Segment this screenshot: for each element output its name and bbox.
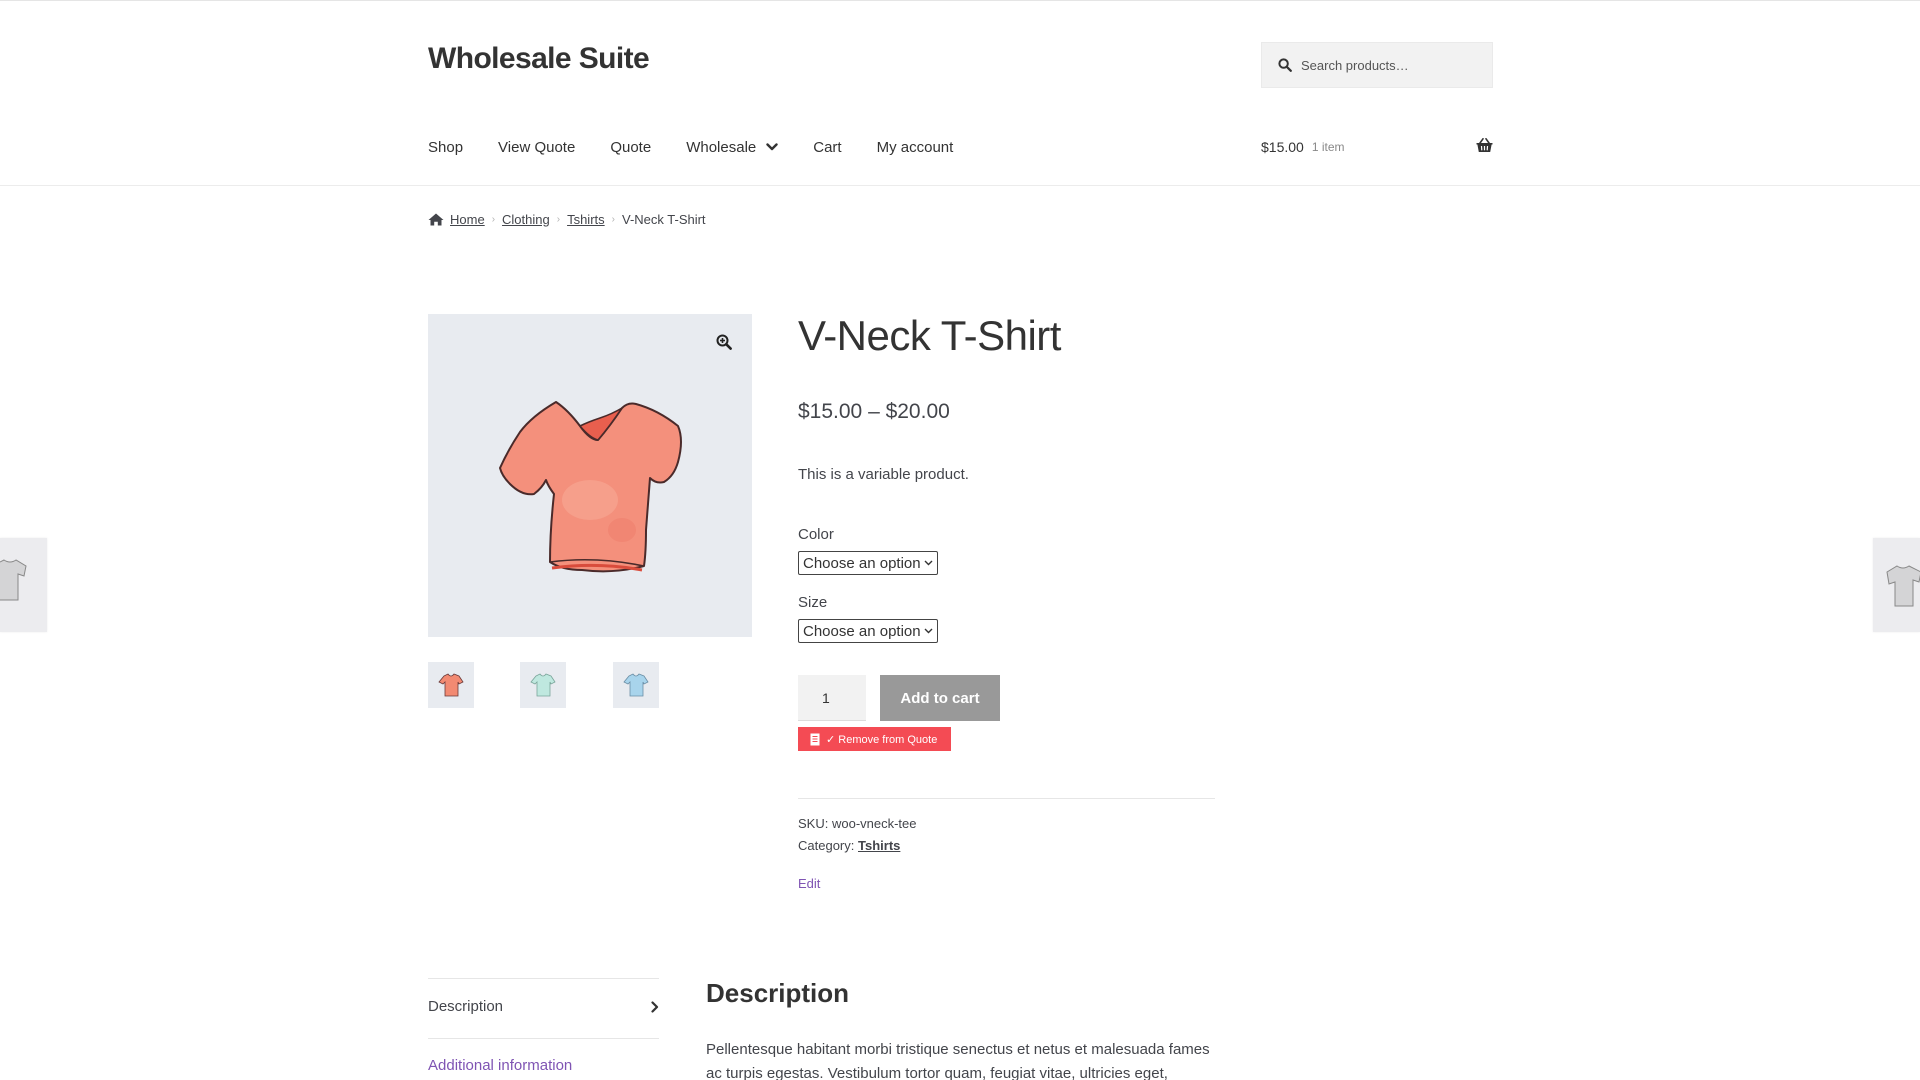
meta-divider xyxy=(798,798,1215,799)
site-title[interactable]: Wholesale Suite xyxy=(428,42,650,76)
product-price: $15.00 – $20.00 xyxy=(798,400,950,423)
sku-label: SKU: xyxy=(798,816,829,831)
description-body: Pellentesque habitant morbi tristique se… xyxy=(706,1041,1210,1080)
quantity-input[interactable]: 1 xyxy=(798,675,866,721)
nav-wholesale-label: Wholesale xyxy=(686,138,757,156)
add-to-cart-button[interactable]: Add to cart xyxy=(880,675,1000,721)
search-box[interactable] xyxy=(1261,42,1493,88)
nav-wholesale[interactable]: Wholesale xyxy=(686,139,778,156)
quote-document-icon xyxy=(810,733,820,746)
nav-cart-label: Cart xyxy=(813,138,842,156)
category-link[interactable]: Tshirts xyxy=(858,838,900,853)
breadcrumb-home[interactable]: Home xyxy=(450,212,485,227)
nav-quote[interactable]: Quote xyxy=(610,139,651,156)
edit-link[interactable]: Edit xyxy=(798,876,820,891)
product-title: V-Neck T-Shirt xyxy=(798,312,1061,359)
breadcrumb-separator: › xyxy=(491,214,496,225)
product-sku: SKU: woo-vneck-tee xyxy=(798,816,917,831)
gallery-thumbnail-3[interactable] xyxy=(613,662,659,708)
tab-additional-information[interactable]: Additional information xyxy=(428,1057,572,1074)
quantity-value: 1 xyxy=(822,689,830,706)
color-select-value: Choose an option xyxy=(803,554,921,572)
tabs-divider xyxy=(428,978,659,979)
chevron-down-icon[interactable] xyxy=(766,143,778,151)
cart-amount: $15.00 xyxy=(1261,139,1304,155)
previous-product-link[interactable] xyxy=(0,538,47,632)
select-chevron-icon xyxy=(924,560,933,566)
nav-shop-label: Shop xyxy=(428,138,464,156)
next-product-link[interactable] xyxy=(1873,538,1920,632)
select-chevron-icon xyxy=(924,628,933,634)
chevron-right-icon xyxy=(651,1000,659,1013)
header-divider xyxy=(0,185,1920,186)
tab-description-label: Description xyxy=(428,998,504,1015)
remove-from-quote-button[interactable]: ✓ Remove from Quote xyxy=(798,727,951,751)
next-product-shirt-thumbnail xyxy=(1886,565,1920,607)
breadcrumb-current: V-Neck T-Shirt xyxy=(621,212,706,227)
orange-shirt-thumbnail xyxy=(438,673,464,697)
zoom-icon[interactable] xyxy=(716,334,732,355)
nav-quote-label: Quote xyxy=(610,138,652,156)
primary-nav: Shop View Quote Quote Wholesale Cart My … xyxy=(428,135,988,159)
nav-my-account[interactable]: My account xyxy=(877,139,954,156)
breadcrumb-separator: › xyxy=(611,214,615,225)
gallery-thumbnail-2[interactable] xyxy=(520,662,566,708)
top-border xyxy=(0,0,1920,1)
quote-button-label: ✓ Remove from Quote xyxy=(826,733,938,746)
product-short-description: This is a variable product. xyxy=(798,466,969,483)
breadcrumb-tshirts[interactable]: Tshirts xyxy=(567,212,605,227)
header-cart[interactable]: $15.00 1 item xyxy=(1261,135,1493,159)
basket-icon[interactable] xyxy=(1476,138,1493,158)
nav-shop[interactable]: Shop xyxy=(428,139,463,156)
product-main-image[interactable] xyxy=(428,314,752,637)
size-select[interactable]: Choose an option xyxy=(798,619,938,643)
home-icon xyxy=(428,213,444,226)
color-select[interactable]: Choose an option xyxy=(798,551,938,575)
gallery-thumbnail-1[interactable] xyxy=(428,662,474,708)
product-category: Category: Tshirts xyxy=(798,838,900,853)
size-label: Size xyxy=(798,594,828,611)
prev-product-shirt-thumbnail xyxy=(0,559,27,601)
breadcrumb: Home › Clothing › Tshirts › V-Neck T-Shi… xyxy=(428,212,706,227)
nav-view-quote-label: View Quote xyxy=(498,138,576,156)
breadcrumb-clothing[interactable]: Clothing xyxy=(502,212,550,227)
color-label: Color xyxy=(798,526,834,543)
nav-my-account-label: My account xyxy=(876,138,954,156)
nav-cart[interactable]: Cart xyxy=(813,139,841,156)
mint-shirt-thumbnail xyxy=(530,673,556,697)
blue-shirt-thumbnail xyxy=(623,673,649,697)
cart-count: 1 item xyxy=(1311,140,1345,154)
search-input[interactable] xyxy=(1301,57,1481,73)
tabs-divider xyxy=(428,1038,659,1039)
sku-value: woo-vneck-tee xyxy=(831,816,917,831)
category-label: Category: xyxy=(798,838,855,853)
breadcrumb-separator: › xyxy=(556,214,561,225)
vneck-tshirt-image xyxy=(499,401,682,573)
size-select-value: Choose an option xyxy=(803,622,921,640)
search-icon xyxy=(1278,58,1292,72)
tab-description[interactable]: Description xyxy=(428,998,659,1015)
description-heading: Description xyxy=(706,978,850,1008)
nav-view-quote[interactable]: View Quote xyxy=(498,139,575,156)
